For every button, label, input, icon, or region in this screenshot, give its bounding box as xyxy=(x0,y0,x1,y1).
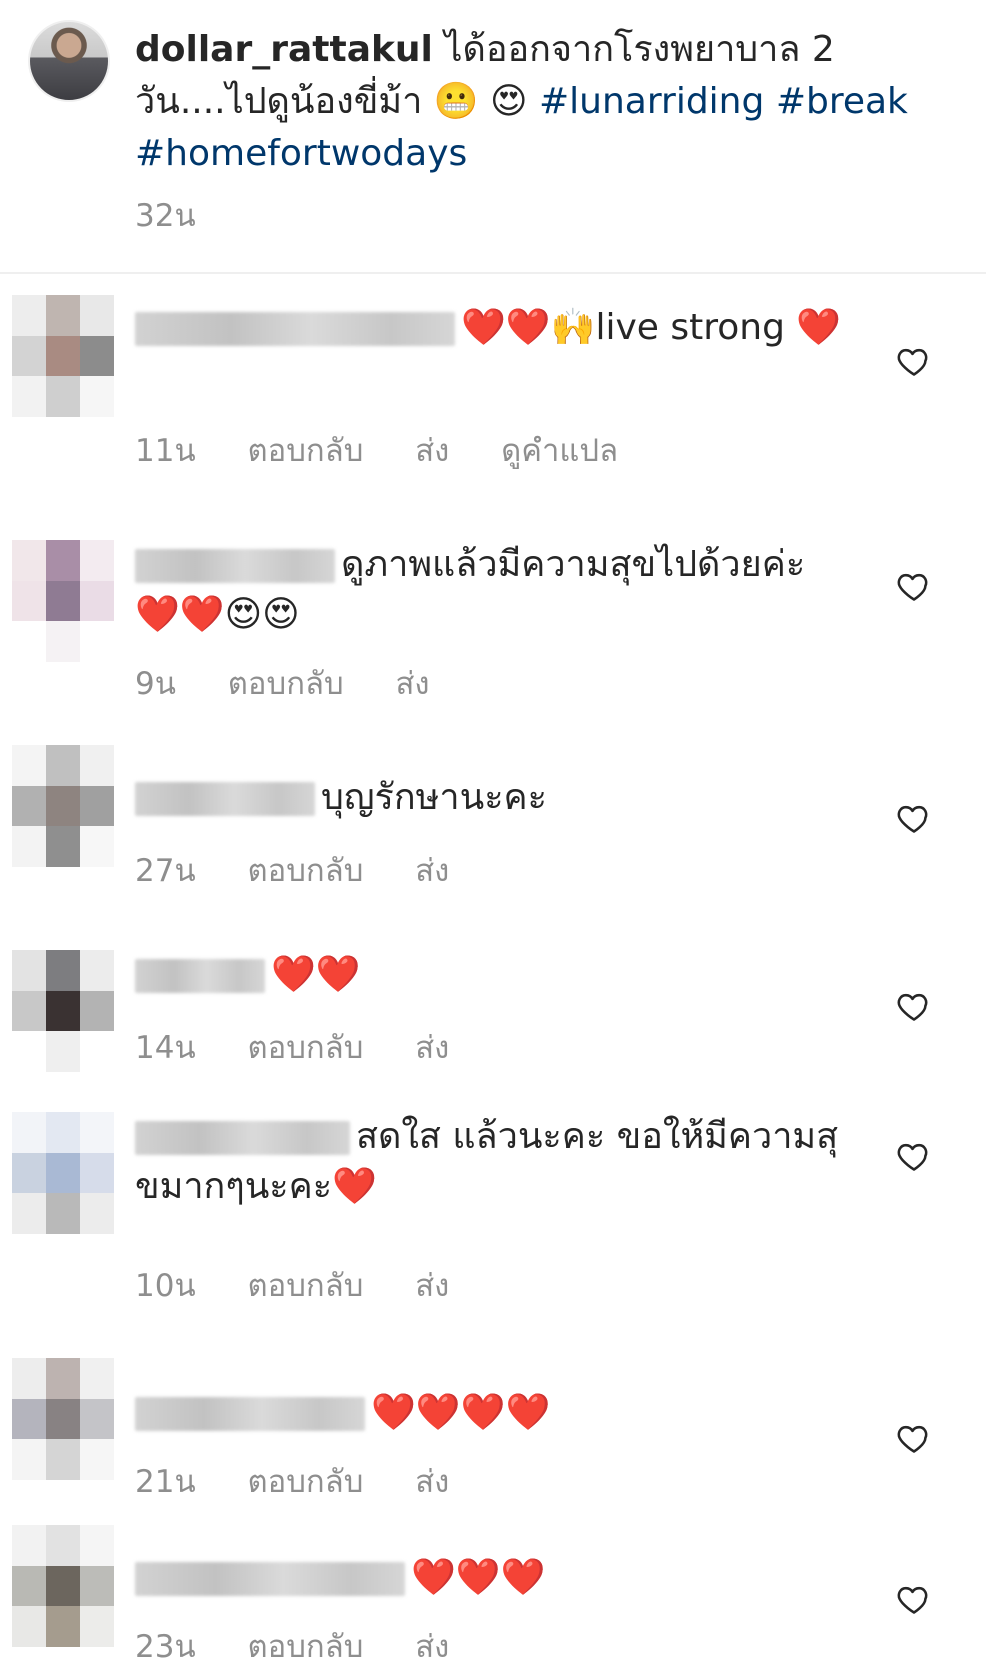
send-button[interactable]: ส่ง xyxy=(415,1464,449,1500)
comment-meta: 10น ตอบกลับ ส่ง xyxy=(135,1260,491,1310)
heart-outline-icon[interactable] xyxy=(896,1581,932,1617)
comment-timestamp: 14น xyxy=(135,1030,196,1066)
post-caption: dollar_rattakul ได้ออกจากโรงพยาบาล 2 วัน… xyxy=(0,0,986,272)
comment-meta: 14น ตอบกลับ ส่ง xyxy=(135,1022,491,1072)
comment-timestamp: 10น xyxy=(135,1268,196,1304)
comment-meta: 27น ตอบกลับ ส่ง xyxy=(135,845,491,895)
hashtag-lunarriding[interactable]: #lunarriding xyxy=(539,81,764,122)
reply-button[interactable]: ตอบกลับ xyxy=(228,666,344,702)
comment-timestamp: 23น xyxy=(135,1629,196,1662)
caption-timestamp: 32น xyxy=(135,198,196,234)
heart-outline-icon[interactable] xyxy=(896,568,932,604)
commenter-username-blurred[interactable] xyxy=(135,1562,405,1596)
comment-text: ❤️❤️❤️ xyxy=(135,1553,855,1603)
comment-text: บุญรักษานะคะ xyxy=(135,773,855,823)
commenter-avatar[interactable] xyxy=(12,1358,114,1480)
reply-button[interactable]: ตอบกลับ xyxy=(248,433,364,469)
comment-meta: 9น ตอบกลับ ส่ง xyxy=(135,658,472,708)
heart-outline-icon[interactable] xyxy=(896,1420,932,1456)
comment-text: ดูภาพแล้วมีความสุขไปด้วยค่ะ ❤️❤️😍😍 xyxy=(135,540,855,640)
author-avatar[interactable] xyxy=(28,20,110,102)
comment-body: ❤️❤️❤️❤️ xyxy=(371,1392,551,1433)
comment-meta: 11น ตอบกลับ ส่ง ดูคำแปล xyxy=(135,425,660,475)
commenter-username-blurred[interactable] xyxy=(135,959,265,993)
comment-text: ❤️❤️ xyxy=(135,950,855,1000)
caption-divider xyxy=(0,272,986,274)
comment-body: บุญรักษานะคะ xyxy=(321,777,547,818)
commenter-avatar[interactable] xyxy=(12,1525,114,1647)
commenter-username-blurred[interactable] xyxy=(135,312,455,346)
reply-button[interactable]: ตอบกลับ xyxy=(248,853,364,889)
commenter-avatar[interactable] xyxy=(12,1112,114,1234)
heart-outline-icon[interactable] xyxy=(896,988,932,1024)
comment-timestamp: 21น xyxy=(135,1464,196,1500)
hashtag-homefortwodays[interactable]: #homefortwodays xyxy=(135,133,467,174)
reply-button[interactable]: ตอบกลับ xyxy=(248,1629,364,1662)
send-button[interactable]: ส่ง xyxy=(396,666,430,702)
heart-outline-icon[interactable] xyxy=(896,800,932,836)
author-username[interactable]: dollar_rattakul xyxy=(135,29,433,70)
heart-outline-icon[interactable] xyxy=(896,1138,932,1174)
commenter-username-blurred[interactable] xyxy=(135,549,335,583)
commenter-username-blurred[interactable] xyxy=(135,782,315,816)
comment-meta: 23น ตอบกลับ ส่ง xyxy=(135,1621,491,1662)
commenter-username-blurred[interactable] xyxy=(135,1121,350,1155)
hashtag-break[interactable]: #break xyxy=(776,81,908,122)
heart-outline-icon[interactable] xyxy=(896,343,932,379)
comment-text: สดใส แล้วนะคะ ขอให้มีความสุขมากๆนะคะ❤️ xyxy=(135,1112,855,1212)
send-button[interactable]: ส่ง xyxy=(415,1030,449,1066)
comment-body: ❤️❤️🙌live strong ❤️ xyxy=(461,307,842,348)
send-button[interactable]: ส่ง xyxy=(415,1629,449,1662)
caption-text-block: dollar_rattakul ได้ออกจากโรงพยาบาล 2 วัน… xyxy=(135,24,945,180)
comment-text: ❤️❤️❤️❤️ xyxy=(135,1388,855,1438)
reply-button[interactable]: ตอบกลับ xyxy=(248,1030,364,1066)
caption-emojis: 😬 😍 xyxy=(433,81,528,122)
comment-timestamp: 27น xyxy=(135,853,196,889)
comment-timestamp: 11น xyxy=(135,433,196,469)
comment-body: ❤️❤️❤️ xyxy=(411,1557,546,1598)
translate-button[interactable]: ดูคำแปล xyxy=(501,433,618,469)
send-button[interactable]: ส่ง xyxy=(415,1268,449,1304)
send-button[interactable]: ส่ง xyxy=(415,853,449,889)
comment-body: ❤️❤️ xyxy=(271,954,361,995)
reply-button[interactable]: ตอบกลับ xyxy=(248,1464,364,1500)
commenter-username-blurred[interactable] xyxy=(135,1397,365,1431)
comment-meta: 21น ตอบกลับ ส่ง xyxy=(135,1456,491,1506)
comment-text: ❤️❤️🙌live strong ❤️ xyxy=(135,303,855,353)
comment-timestamp: 9น xyxy=(135,666,176,702)
commenter-avatar[interactable] xyxy=(12,745,114,867)
commenter-avatar[interactable] xyxy=(12,540,114,662)
send-button[interactable]: ส่ง xyxy=(415,433,449,469)
commenter-avatar[interactable] xyxy=(12,295,114,417)
commenter-avatar[interactable] xyxy=(12,950,114,1072)
reply-button[interactable]: ตอบกลับ xyxy=(248,1268,364,1304)
